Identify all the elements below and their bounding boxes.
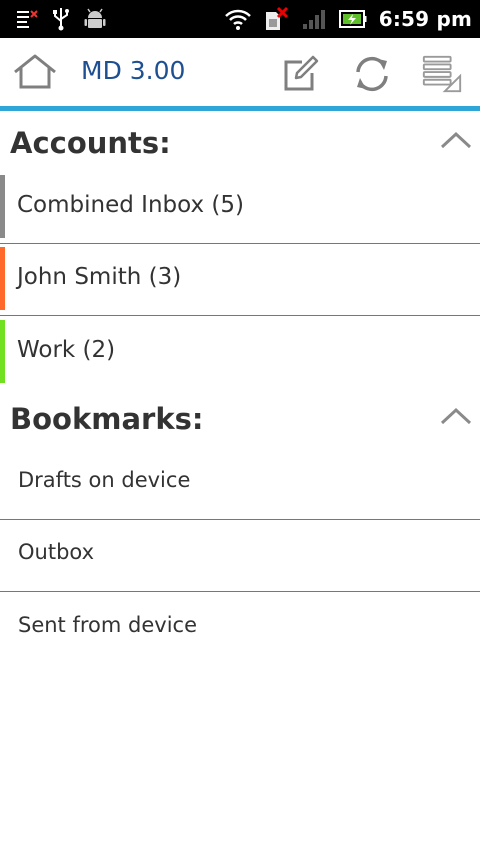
account-label: Work (2) (17, 337, 116, 363)
account-color-bar (0, 175, 5, 238)
wifi-icon (224, 9, 251, 30)
usb-icon (53, 8, 69, 31)
compose-icon (284, 55, 319, 91)
divider (0, 315, 480, 316)
bookmark-item-drafts[interactable]: Drafts on device (0, 448, 480, 520)
action-bar-accent-line (0, 106, 480, 111)
account-item-john-smith[interactable]: John Smith (3) (0, 244, 480, 316)
account-item-combined-inbox[interactable]: Combined Inbox (5) (0, 172, 480, 244)
home-button[interactable] (12, 54, 58, 94)
bookmark-label: Drafts on device (18, 468, 191, 492)
account-label: Combined Inbox (5) (17, 192, 244, 218)
account-color-bar (0, 247, 5, 310)
app-title: MD 3.00 (81, 56, 186, 85)
signal-icon (302, 10, 325, 29)
menu-list-icon (422, 55, 462, 93)
bookmark-item-sent[interactable]: Sent from device (0, 593, 480, 665)
action-bar: MD 3.00 (0, 38, 480, 106)
menu-button[interactable] (420, 52, 464, 96)
refresh-button[interactable] (350, 52, 394, 96)
account-item-work[interactable]: Work (2) (0, 317, 480, 389)
account-color-bar (0, 320, 5, 383)
accounts-section-header[interactable]: Accounts: (0, 112, 480, 172)
chevron-up-icon[interactable] (440, 130, 472, 150)
bookmarks-section-header[interactable]: Bookmarks: (0, 388, 480, 448)
status-bar: 6:59 pm (0, 0, 480, 38)
refresh-icon (356, 56, 388, 92)
android-debug-icon (84, 8, 106, 28)
divider (0, 591, 480, 592)
bookmark-item-outbox[interactable]: Outbox (0, 520, 480, 592)
chevron-up-icon[interactable] (440, 406, 472, 426)
notification-list-icon (17, 10, 38, 28)
account-label: John Smith (3) (17, 264, 182, 290)
clock-time: 6:59 pm (378, 7, 472, 31)
accounts-header: Accounts: (10, 126, 171, 160)
battery-charging-icon (338, 10, 367, 28)
home-icon (14, 54, 56, 89)
bookmark-label: Sent from device (18, 613, 197, 637)
bookmark-label: Outbox (18, 540, 95, 564)
compose-button[interactable] (278, 52, 322, 96)
bookmarks-header: Bookmarks: (10, 402, 204, 436)
sim-error-icon (265, 6, 288, 30)
